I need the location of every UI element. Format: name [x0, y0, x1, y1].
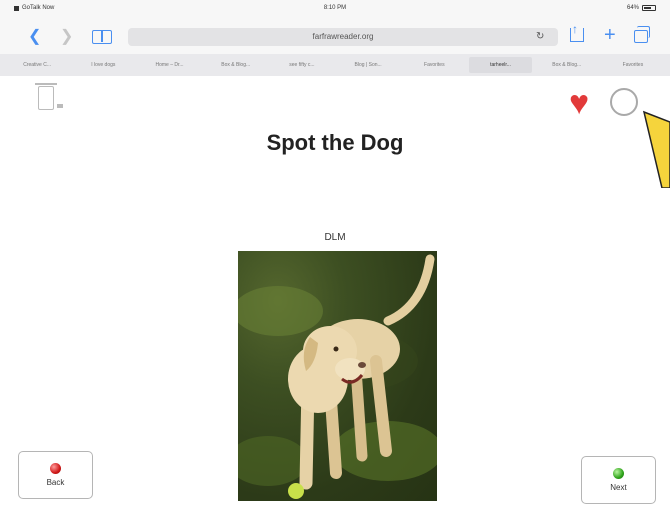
heart-icon[interactable]: ♥	[569, 86, 589, 120]
author-label: DLM	[324, 232, 346, 243]
battery-percent: 64%	[626, 5, 639, 11]
circle-icon[interactable]	[610, 88, 638, 116]
status-bar: GoTalk Now 8:10 PM 64%	[0, 0, 670, 20]
battery-icon	[642, 5, 656, 11]
dog-illustration	[238, 254, 437, 499]
bookmarks-icon[interactable]	[92, 30, 112, 44]
bookmark-tab[interactable]: Favorites	[602, 57, 664, 73]
bookmark-tab[interactable]: see fifty c...	[271, 57, 333, 73]
bookmark-tab[interactable]: Home – Dr...	[138, 57, 200, 73]
bookmark-tab[interactable]: Favorites	[403, 57, 465, 73]
new-tab-plus-icon[interactable]: +	[604, 25, 616, 45]
bookmark-tab[interactable]: Box & Blog...	[205, 57, 267, 73]
address-bar[interactable]: farfrawreader.org ↻	[128, 28, 558, 46]
next-label: Next	[610, 483, 627, 492]
bookmark-tab[interactable]: Box & Blog...	[536, 57, 598, 73]
tabs-overview-icon[interactable]	[634, 26, 650, 43]
green-dot-icon	[613, 468, 624, 479]
bookmark-tab[interactable]: Creative C...	[6, 57, 68, 73]
bookmark-tab[interactable]: Blog | Son...	[337, 57, 399, 73]
page-title: Spot the Dog	[266, 130, 404, 155]
battery-indicator: 64%	[627, 5, 656, 11]
share-icon[interactable]	[570, 21, 584, 42]
browser-toolbar: ❮ ❯ farfrawreader.org ↻ +	[0, 20, 670, 54]
reload-icon[interactable]: ↻	[536, 31, 544, 42]
next-button[interactable]: Next	[581, 456, 656, 504]
bookmark-tab[interactable]: tarheelr...	[469, 57, 532, 73]
dog-photo	[238, 251, 437, 501]
status-time: 8:10 PM	[323, 5, 347, 11]
bookmark-bar: Creative C... I love dogs Home – Dr... Box …	[0, 54, 670, 76]
forward-chevron-icon[interactable]: ❯	[60, 29, 73, 45]
back-button[interactable]: Back	[18, 451, 93, 499]
back-label: Back	[46, 478, 65, 487]
red-dot-icon	[50, 463, 61, 474]
back-chevron-icon[interactable]: ❮	[28, 29, 41, 45]
trash-icon[interactable]	[35, 83, 63, 110]
url-text: farfrawreader.org	[312, 32, 374, 41]
bookmark-tab[interactable]: I love dogs	[72, 57, 134, 73]
